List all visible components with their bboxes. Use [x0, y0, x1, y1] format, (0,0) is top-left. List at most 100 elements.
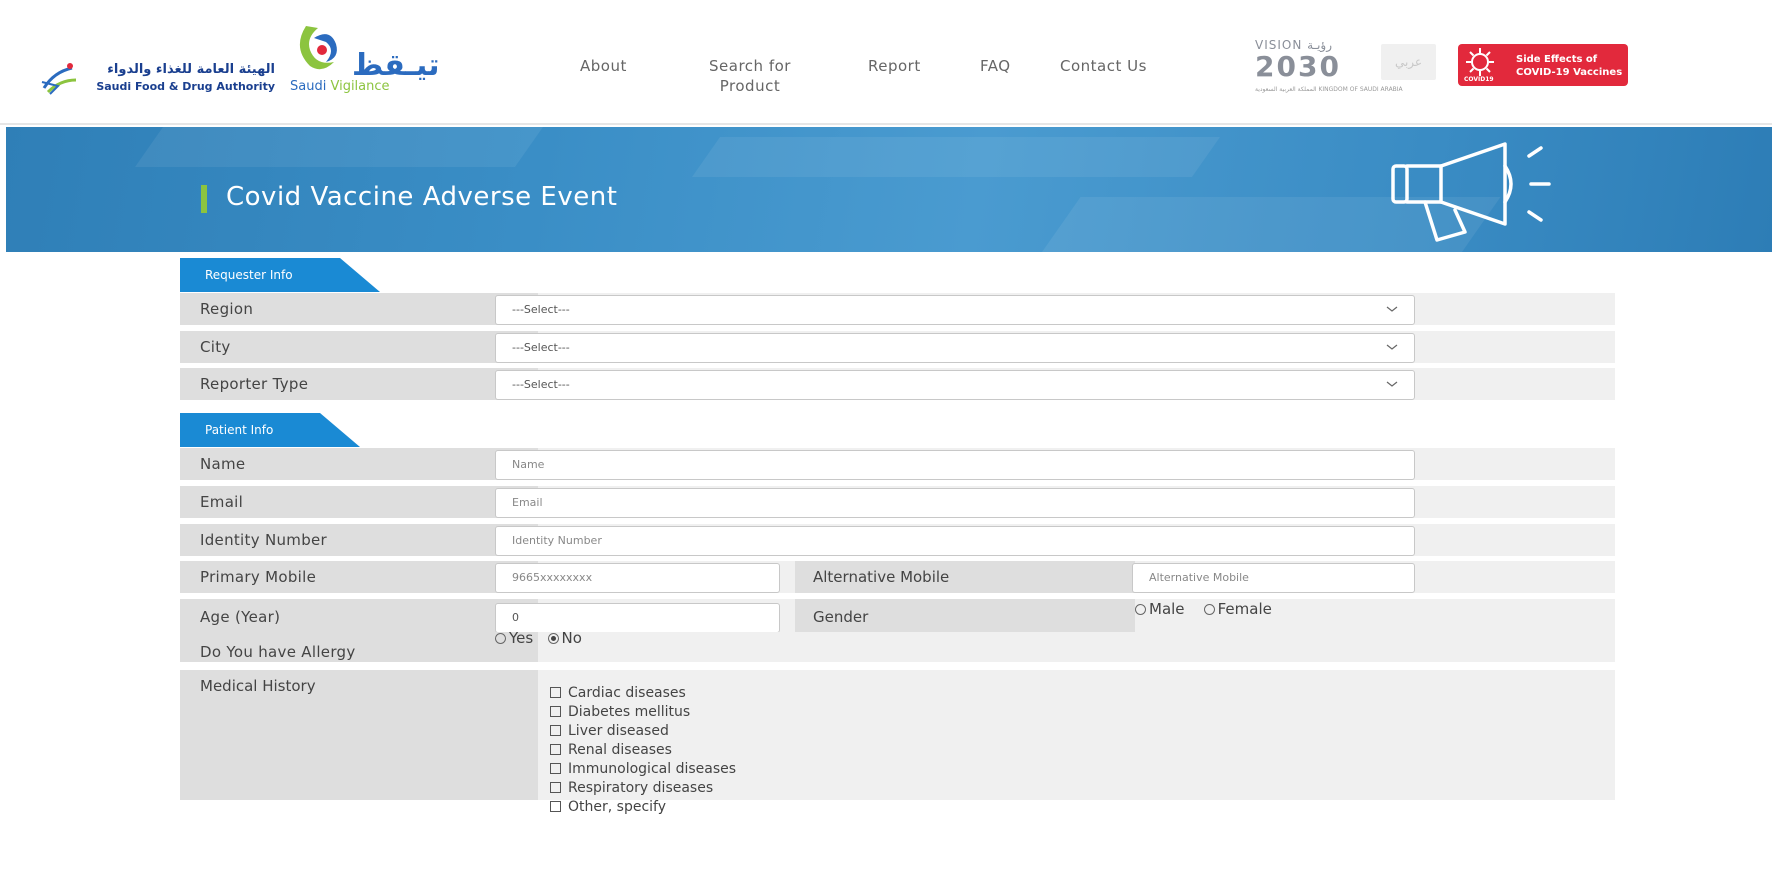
allergy-radio-group: Yes No: [495, 629, 582, 647]
radio-icon: [1135, 604, 1146, 615]
medical-history-option-label: Other, specify: [568, 799, 666, 815]
medical-history-option[interactable]: Respiratory diseases: [550, 779, 736, 798]
region-select[interactable]: ---Select---: [495, 295, 1415, 325]
reporter-type-select[interactable]: ---Select---: [495, 370, 1415, 400]
megaphone-icon: [1391, 142, 1551, 242]
allergy-row: Do You have Allergy Yes No: [180, 629, 1615, 662]
reporter-type-label: Reporter Type: [180, 368, 538, 400]
medical-history-option[interactable]: Liver diseased: [550, 722, 736, 741]
medical-history-option-label: Cardiac diseases: [568, 685, 686, 701]
sfda-english-name: Saudi Food & Drug Authority: [96, 80, 275, 93]
checkbox-icon: [550, 800, 561, 812]
nav-contact-us[interactable]: Contact Us: [1060, 56, 1147, 76]
gender-label: Gender: [795, 599, 1135, 635]
covid-icon-label: COVID19: [1464, 76, 1494, 83]
allergy-yes-option[interactable]: Yes: [495, 629, 533, 647]
region-select-value: ---Select---: [512, 303, 570, 316]
medical-history-option-label: Respiratory diseases: [568, 780, 714, 796]
radio-selected-icon: [547, 633, 559, 644]
vision-subtitle: المملكة العربية السعودية KINGDOM OF SAUD…: [1255, 86, 1403, 93]
chevron-down-icon: [1386, 381, 1398, 387]
gender-female-label: Female: [1217, 600, 1272, 618]
banner-streak: [134, 127, 558, 167]
city-row: City ---Select---: [180, 331, 1615, 363]
gender-female-option[interactable]: Female: [1203, 600, 1272, 618]
title-accent-bar: [201, 185, 207, 213]
medical-history-option[interactable]: Other, specify: [550, 798, 736, 817]
allergy-yes-label: Yes: [509, 629, 534, 647]
chevron-down-icon: [1386, 344, 1398, 350]
checkbox-icon: [550, 705, 561, 717]
chevron-down-icon: [1386, 306, 1398, 312]
section-patient-info: Patient Info: [180, 413, 380, 447]
page-title: Covid Vaccine Adverse Event: [201, 182, 618, 213]
age-label: Age (Year): [180, 599, 538, 635]
mobile-row: Primary Mobile 9665xxxxxxxx Alternative …: [180, 561, 1615, 593]
section-patient-label: Patient Info: [205, 423, 274, 437]
alternative-mobile-label: Alternative Mobile: [795, 561, 1135, 593]
medical-history-option-label: Liver diseased: [568, 723, 669, 739]
name-label: Name: [180, 448, 538, 480]
vigilance-word-saudi: Saudi: [290, 79, 327, 94]
age-gender-row: Age (Year) 0 Gender Male Female: [180, 599, 1615, 635]
checkbox-icon: [550, 781, 561, 793]
reporter-type-row: Reporter Type ---Select---: [180, 368, 1615, 400]
name-input[interactable]: Name: [495, 450, 1415, 480]
name-row: Name Name: [180, 448, 1615, 480]
reporter-type-select-value: ---Select---: [512, 378, 570, 391]
nav-about[interactable]: About: [580, 56, 627, 76]
nav-report[interactable]: Report: [868, 56, 921, 76]
medical-history-option[interactable]: Renal diseases: [550, 741, 736, 760]
checkbox-icon: [550, 743, 561, 755]
primary-mobile-input[interactable]: 9665xxxxxxxx: [495, 563, 780, 593]
vision-year: 2030: [1255, 50, 1341, 83]
nav-search-line1: Search for: [709, 57, 791, 75]
covid-side-effects-link[interactable]: COVID19 Side Effects of COVID-19 Vaccine…: [1458, 44, 1628, 86]
vigilance-mark-icon: [299, 26, 337, 70]
covid-badge-text: Side Effects of COVID-19 Vaccines: [1516, 53, 1622, 79]
gender-male-option[interactable]: Male: [1135, 600, 1185, 618]
saudi-vigilance-logo[interactable]: تيـقظ Saudi Vigilance: [290, 22, 450, 102]
medical-history-option-label: Diabetes mellitus: [568, 704, 691, 720]
city-select-value: ---Select---: [512, 341, 570, 354]
covid-badge-line1: Side Effects of: [1516, 54, 1598, 65]
banner-streak: [691, 137, 1221, 177]
sfda-mark-icon: [41, 63, 77, 95]
page-title-text: Covid Vaccine Adverse Event: [226, 182, 618, 212]
checkbox-icon: [550, 724, 561, 736]
medical-history-option[interactable]: Diabetes mellitus: [550, 703, 736, 722]
identity-input[interactable]: Identity Number: [495, 526, 1415, 556]
medical-history-option[interactable]: Cardiac diseases: [550, 684, 736, 703]
email-input[interactable]: Email: [495, 488, 1415, 518]
alternative-mobile-input[interactable]: Alternative Mobile: [1132, 563, 1415, 593]
city-select[interactable]: ---Select---: [495, 333, 1415, 363]
primary-mobile-label: Primary Mobile: [180, 561, 538, 593]
region-label: Region: [180, 293, 538, 325]
medical-history-option-label: Renal diseases: [568, 742, 672, 758]
covid-badge-line2: COVID-19 Vaccines: [1516, 67, 1623, 78]
vigilance-english-name: Saudi Vigilance: [290, 79, 390, 94]
gender-radio-group: Male Female: [1135, 600, 1272, 618]
medical-history-row: Medical History Cardiac diseases Diabete…: [180, 670, 1615, 815]
allergy-label: Do You have Allergy: [180, 632, 538, 662]
region-row: Region ---Select---: [180, 293, 1615, 325]
identity-row: Identity Number Identity Number: [180, 524, 1615, 556]
page-banner: Covid Vaccine Adverse Event: [6, 127, 1772, 252]
radio-icon: [495, 633, 506, 644]
allergy-no-option[interactable]: No: [547, 629, 582, 647]
vision-2030-logo: VISION رؤيـة 2030 المملكة العربية السعود…: [1255, 38, 1403, 104]
nav-faq[interactable]: FAQ: [980, 56, 1011, 76]
gender-male-label: Male: [1149, 600, 1185, 618]
identity-label: Identity Number: [180, 524, 538, 556]
nav-search-for-product[interactable]: Search for Product: [700, 56, 800, 96]
nav-search-line2: Product: [719, 77, 781, 95]
medical-history-list: Cardiac diseases Diabetes mellitus Liver…: [550, 684, 736, 817]
site-header: الهيئة العامة للغذاء والدواء Saudi Food …: [0, 0, 1772, 125]
sfda-logo[interactable]: الهيئة العامة للغذاء والدواء Saudi Food …: [40, 58, 275, 98]
section-requester-label: Requester Info: [205, 268, 293, 282]
email-row: Email Email: [180, 486, 1615, 518]
checkbox-icon: [550, 686, 561, 698]
language-toggle-button[interactable]: عربي: [1381, 44, 1436, 80]
medical-history-option[interactable]: Immunological diseases: [550, 760, 736, 779]
checkbox-icon: [550, 762, 561, 774]
